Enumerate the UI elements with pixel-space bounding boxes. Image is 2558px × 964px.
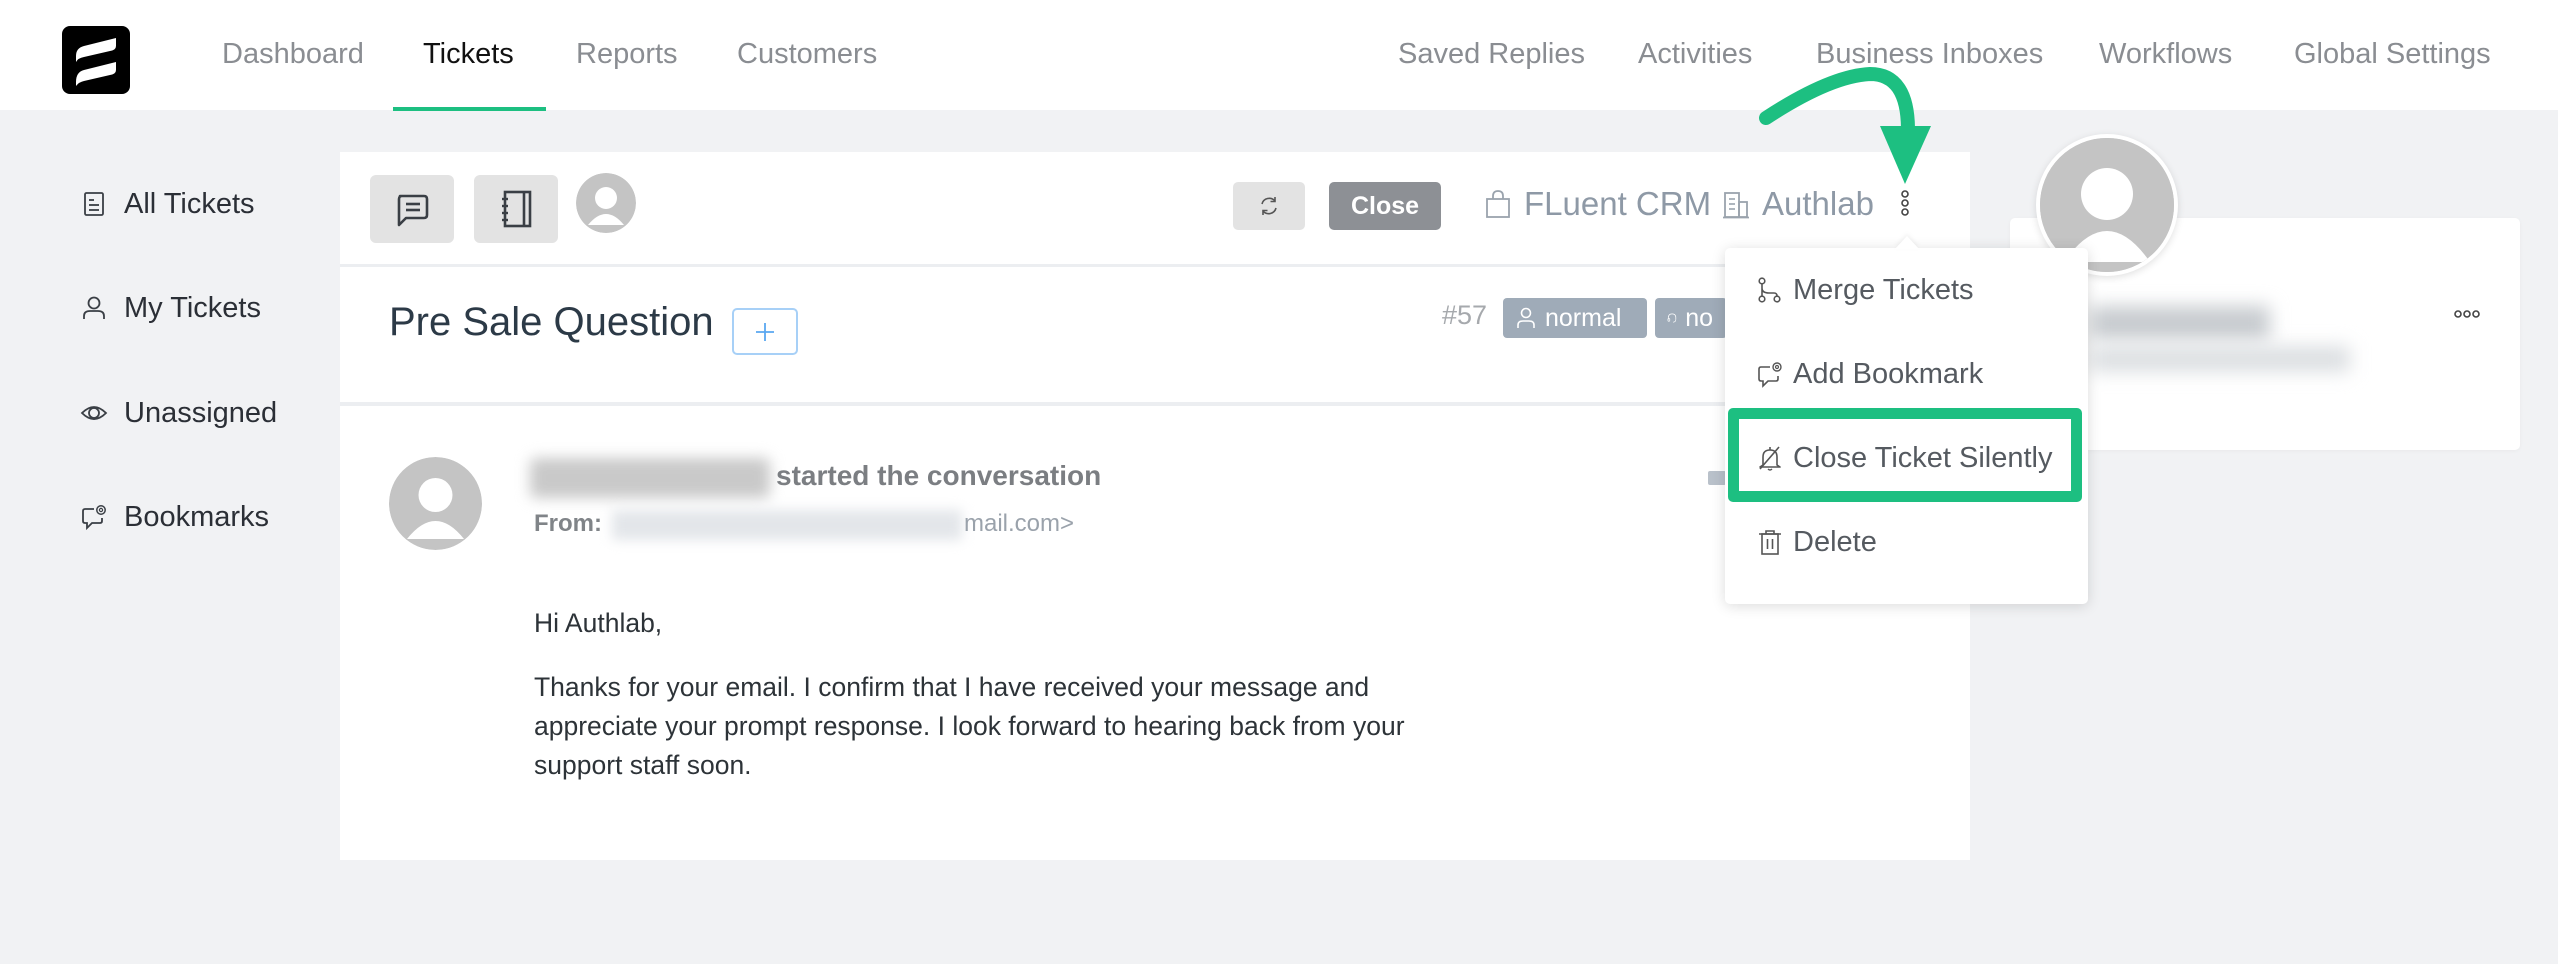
sidebar-item-unassigned[interactable]: Unassigned: [80, 393, 277, 433]
ticket-title: Pre Sale Question: [389, 300, 714, 344]
customer-avatar: [389, 457, 482, 550]
building-icon: [1723, 192, 1749, 219]
refresh-icon: [1261, 197, 1277, 215]
nav-saved-replies[interactable]: Saved Replies: [1398, 34, 1585, 74]
user-icon: [1517, 307, 1535, 328]
business-link[interactable]: Authlab: [1722, 184, 1874, 224]
top-nav-bar: Dashboard Tickets Reports Customers Save…: [0, 0, 2558, 111]
menu-item-delete[interactable]: Delete: [1757, 520, 1877, 564]
chat-at-icon: [1758, 362, 1782, 388]
menu-item-close-ticket-silently[interactable]: Close Ticket Silently: [1757, 436, 2053, 480]
ticket-id: #57: [1442, 300, 1488, 330]
sidebar-item-my-tickets[interactable]: My Tickets: [80, 288, 261, 328]
sidebar-item-all-tickets[interactable]: All Tickets: [80, 184, 255, 224]
ellipsis-horizontal-icon: [2454, 310, 2480, 318]
trash-icon: [1759, 530, 1781, 555]
agent-avatar[interactable]: [576, 173, 636, 233]
menu-item-label: Merge Tickets: [1793, 273, 1974, 306]
user-icon: [83, 296, 105, 319]
avatar-placeholder-icon: [389, 457, 482, 550]
sidebar-item-label: All Tickets: [124, 187, 255, 220]
notebook-icon: [502, 190, 532, 228]
merge-icon: [1758, 277, 1781, 303]
refresh-button[interactable]: [1233, 182, 1305, 230]
nav-global-settings[interactable]: Global Settings: [2294, 34, 2491, 74]
conversation-view-button[interactable]: [370, 175, 454, 243]
plus-icon: [756, 322, 774, 341]
chat-icon: [397, 194, 429, 227]
message-greeting: Hi Authlab,: [534, 608, 663, 638]
sidebar-item-bookmarks[interactable]: Bookmarks: [80, 497, 269, 537]
nav-dashboard[interactable]: Dashboard: [222, 34, 364, 74]
from-label: From:: [534, 510, 602, 537]
document-icon: [84, 192, 104, 216]
nav-customers[interactable]: Customers: [737, 34, 877, 74]
avatar-placeholder-icon: [576, 173, 636, 233]
menu-item-label: Add Bookmark: [1793, 357, 1984, 390]
nav-business-inboxes[interactable]: Business Inboxes: [1816, 34, 2043, 74]
priority-badge[interactable]: normal: [1503, 298, 1647, 338]
customer-name-redacted: [2090, 306, 2270, 340]
chat-at-icon: [82, 505, 106, 531]
close-ticket-button[interactable]: Close: [1329, 182, 1441, 230]
product-link[interactable]: FLuent CRM: [1484, 184, 1711, 224]
fluent-support-logo[interactable]: [62, 26, 130, 94]
menu-item-label: Delete: [1793, 525, 1877, 558]
add-tag-button[interactable]: [732, 308, 798, 355]
nav-workflows[interactable]: Workflows: [2099, 34, 2232, 74]
kebab-vertical-icon: [1901, 190, 1909, 216]
sidebar-item-label: Bookmarks: [124, 500, 270, 533]
envelope-icon: [1708, 471, 1726, 485]
client-priority-badge[interactable]: no: [1655, 298, 1727, 338]
badge-label: normal: [1545, 303, 1622, 332]
menu-item-add-bookmark[interactable]: Add Bookmark: [1757, 352, 1983, 396]
dropdown-caret: [1895, 236, 1919, 249]
shopping-bag-icon: [1486, 190, 1510, 218]
logo-icon: [76, 38, 116, 86]
conversation-action-text: started the conversation: [776, 460, 1102, 491]
active-tab-indicator: [393, 107, 546, 111]
product-name: FLuent CRM: [1524, 185, 1712, 222]
sidebar-item-label: Unassigned: [124, 396, 278, 429]
email-redacted: [612, 510, 962, 540]
notes-view-button[interactable]: [474, 175, 558, 243]
badge-label: no: [1685, 303, 1713, 332]
more-actions-button[interactable]: [1893, 188, 1917, 220]
bell-off-icon: [1759, 446, 1781, 471]
eye-icon: [80, 406, 108, 420]
nav-activities[interactable]: Activities: [1638, 34, 1752, 74]
nav-reports[interactable]: Reports: [576, 34, 678, 74]
customer-name-redacted: [530, 458, 770, 498]
message-body: Thanks for your email. I confirm that I …: [534, 672, 1405, 780]
headset-icon: [1667, 313, 1677, 323]
nav-tickets[interactable]: Tickets: [423, 34, 514, 74]
menu-item-label: Close Ticket Silently: [1793, 441, 2053, 474]
customer-more-button[interactable]: [2452, 306, 2482, 322]
sidebar-item-label: My Tickets: [124, 291, 261, 324]
menu-item-merge-tickets[interactable]: Merge Tickets: [1757, 268, 1974, 312]
email-suffix: mail.com>: [964, 510, 1075, 537]
business-name: Authlab: [1762, 185, 1874, 222]
customer-email-redacted: [2090, 346, 2350, 372]
